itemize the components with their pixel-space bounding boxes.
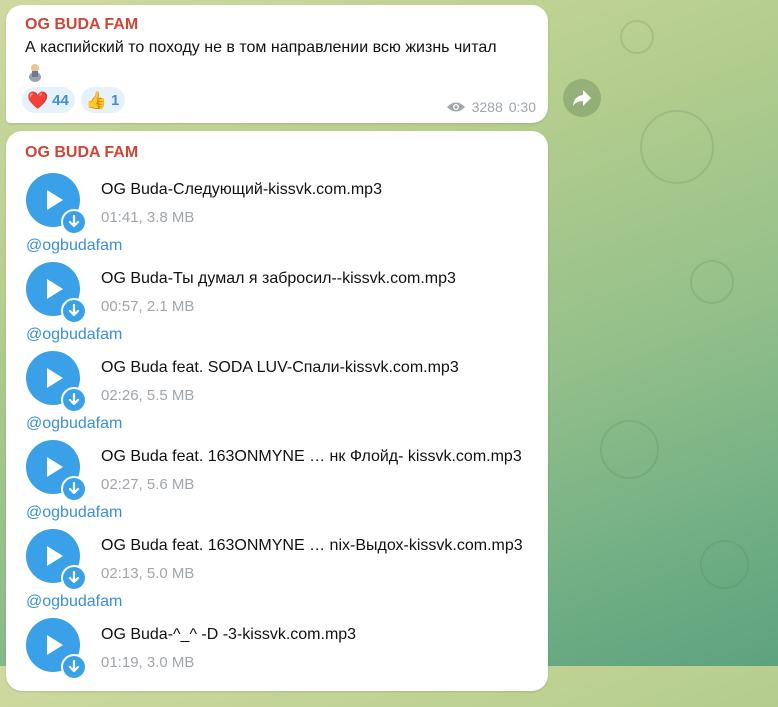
channel-link[interactable]: @ogbudafam	[26, 326, 122, 344]
background-doodle	[640, 110, 714, 184]
track-meta: 01:41, 3.8 MB	[101, 209, 195, 226]
play-icon	[47, 546, 63, 566]
eye-icon	[446, 102, 465, 112]
reactions-bar: ❤️ 44 👍 1	[22, 87, 126, 113]
audio-track: OG Buda-Следующий-kissvk.com.mp3 01:41, …	[25, 173, 545, 262]
play-icon	[47, 190, 63, 210]
sender-name[interactable]: OG BUDA FAM	[25, 16, 138, 34]
reaction-count: 44	[52, 91, 69, 109]
track-title: OG Buda feat. 163ONMYNE … нк Флойд- kiss…	[101, 448, 522, 465]
channel-link[interactable]: @ogbudafam	[26, 237, 122, 255]
download-button[interactable]	[61, 209, 87, 235]
audio-track: OG Buda feat. 163ONMYNE … nix-Выдох-kiss…	[25, 529, 545, 618]
audio-track: OG Buda-^_^ -D -3-kissvk.com.mp3 01:19, …	[25, 618, 545, 707]
track-title: OG Buda feat. 163ONMYNE … nix-Выдох-kiss…	[101, 537, 523, 554]
reaction-thumbs-up[interactable]: 👍 1	[80, 87, 126, 113]
reaction-heart[interactable]: ❤️ 44	[22, 87, 75, 113]
download-arrow-icon	[68, 393, 80, 406]
message-bubble: OG BUDA FAM OG Buda-Следующий-kissvk.com…	[6, 131, 548, 691]
play-icon	[47, 279, 63, 299]
background-doodle	[690, 260, 734, 304]
download-arrow-icon	[68, 482, 80, 495]
forward-arrow-icon	[573, 90, 591, 106]
background-doodle	[620, 20, 654, 54]
view-count: 3288	[471, 99, 503, 115]
download-button[interactable]	[61, 298, 87, 324]
channel-link[interactable]: @ogbudafam	[26, 593, 122, 611]
message-time: 0:30	[508, 99, 536, 115]
track-meta: 02:27, 5.6 MB	[101, 476, 195, 493]
track-title: OG Buda feat. SODA LUV-Спали-kissvk.com.…	[101, 359, 459, 376]
message-bubble: OG BUDA FAM А каспийский то походу не в …	[6, 5, 548, 123]
download-button[interactable]	[61, 654, 87, 680]
download-button[interactable]	[61, 387, 87, 413]
message-text: А каспийский то походу не в том направле…	[25, 39, 497, 56]
message-meta: 3288 0:30	[446, 99, 536, 115]
download-button[interactable]	[61, 565, 87, 591]
red-heart-icon: ❤️	[27, 90, 49, 110]
download-arrow-icon	[68, 304, 80, 317]
channel-link[interactable]: @ogbudafam	[26, 415, 122, 433]
download-arrow-icon	[68, 571, 80, 584]
track-meta: 00:57, 2.1 MB	[101, 298, 195, 315]
track-title: OG Buda-Следующий-kissvk.com.mp3	[101, 181, 382, 198]
custom-emoji-icon	[29, 64, 41, 82]
background-doodle	[600, 420, 659, 479]
sender-name[interactable]: OG BUDA FAM	[25, 144, 138, 162]
play-icon	[47, 368, 63, 388]
download-arrow-icon	[68, 660, 80, 673]
track-title: OG Buda-Ты думал я забросил--kissvk.com.…	[101, 270, 456, 287]
channel-link[interactable]: @ogbudafam	[26, 504, 122, 522]
play-icon	[47, 457, 63, 477]
download-arrow-icon	[68, 215, 80, 228]
thumbs-up-icon: 👍	[85, 90, 108, 110]
audio-track: OG Buda feat. SODA LUV-Спали-kissvk.com.…	[25, 351, 545, 440]
play-icon	[47, 635, 63, 655]
audio-track: OG Buda-Ты думал я забросил--kissvk.com.…	[25, 262, 545, 351]
track-meta: 01:19, 3.0 MB	[101, 654, 195, 671]
track-title: OG Buda-^_^ -D -3-kissvk.com.mp3	[101, 626, 357, 643]
download-button[interactable]	[61, 476, 87, 502]
background-doodle	[700, 540, 749, 589]
forward-button[interactable]	[563, 79, 601, 117]
audio-track: OG Buda feat. 163ONMYNE … нк Флойд- kiss…	[25, 440, 545, 529]
track-meta: 02:13, 5.0 MB	[101, 565, 195, 582]
reaction-count: 1	[111, 91, 120, 109]
track-meta: 02:26, 5.5 MB	[101, 387, 195, 404]
